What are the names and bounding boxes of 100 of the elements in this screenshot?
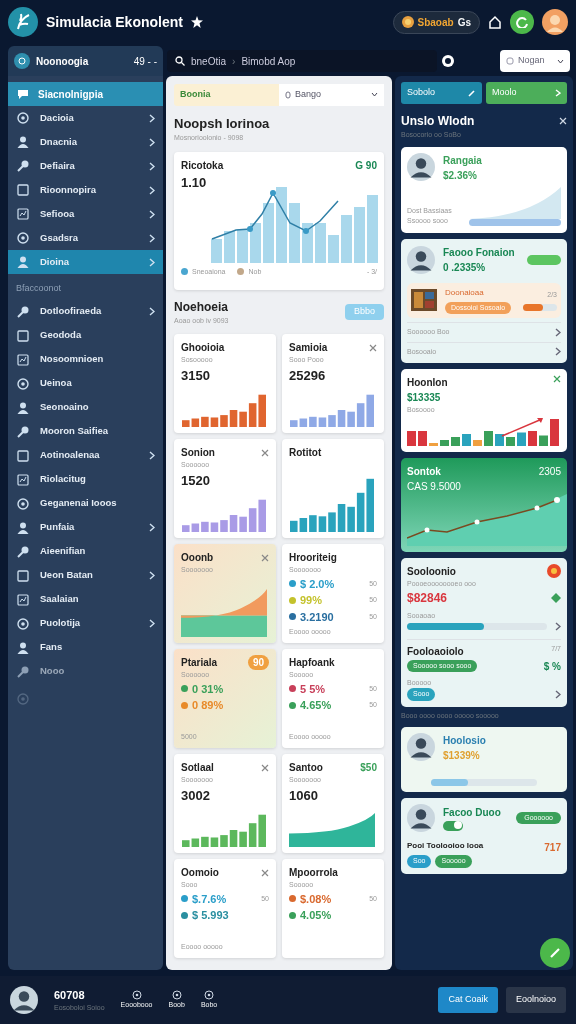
sidebar-item[interactable]: Saalaian [8, 587, 163, 612]
card-footer-title: Pooi Toolooioo Iooa [407, 840, 484, 852]
sidebar-item[interactable]: Dnacnia [8, 130, 163, 154]
pin-icon [16, 664, 30, 679]
action-button[interactable] [527, 254, 561, 265]
person-icon [16, 640, 30, 655]
sidebar-item[interactable]: Riolacitug [8, 467, 163, 492]
chart-point [303, 227, 310, 234]
stat-value: $.7.6% [192, 891, 227, 907]
chart-bar [429, 442, 438, 446]
edit-button[interactable]: Sobolo [401, 82, 482, 104]
card-subtitle: CAS 9.5000 [407, 479, 462, 494]
card-title: Oomoio [181, 866, 219, 880]
app-title: Simulacia Ekonolent [46, 12, 183, 32]
sidebar-item[interactable]: Punfaia [8, 515, 163, 540]
square-icon [506, 57, 514, 65]
card-value: $13335 [407, 391, 442, 405]
stat-value: 0 89% [192, 698, 224, 713]
breadcrumb-link[interactable]: bneOtia [191, 53, 227, 69]
dropdown[interactable]: Bango [279, 84, 384, 106]
badge-label: 2305 [538, 464, 561, 479]
section-title: Bfaccoonot [15, 282, 63, 295]
stat-value: 4.65% [300, 698, 332, 713]
card-badge: 90 [247, 655, 269, 670]
person-name: Rangaia [443, 153, 482, 168]
sidebar-item[interactable]: Puolotija [8, 611, 163, 636]
chart-bar [539, 435, 548, 446]
square-icon [16, 568, 30, 583]
stat-value: 5 5% [300, 681, 326, 697]
card-title: Fooloaoiolo [407, 644, 464, 659]
target-icon [16, 616, 30, 631]
sidebar-item[interactable]: Fans [8, 635, 163, 660]
chart-bar [451, 436, 460, 446]
card-value: $82846 [407, 590, 448, 607]
star-icon[interactable] [190, 16, 203, 28]
filter-tab[interactable]: Boonia [174, 84, 279, 106]
sidebar-header[interactable]: Siacnolnigpia [8, 82, 163, 106]
sidebar-item[interactable]: Geganenai Iooos [8, 491, 163, 516]
workspace-tab[interactable]: Noonoogia 49 - - [8, 46, 163, 76]
sidebar-item[interactable]: Ueon Batan [8, 563, 163, 588]
search-icon [175, 56, 185, 66]
target-icon [16, 111, 30, 125]
home-icon[interactable] [488, 15, 502, 29]
sidebar-item[interactable]: Aieenifian [8, 539, 163, 564]
sidebar-item[interactable]: Gsadsra [8, 226, 163, 250]
card-value: 1060 [289, 786, 319, 805]
badge-label: $50 [360, 761, 377, 775]
sidebar-item[interactable]: Aotinoalenaa [8, 443, 163, 468]
ring-icon[interactable] [441, 54, 455, 68]
sidebar-item[interactable]: Mooron Saifiea [8, 419, 163, 444]
card-value: 25296 [289, 366, 327, 385]
card-title: Mpoorrola [289, 866, 338, 880]
toggle-switch[interactable] [443, 821, 463, 831]
secondary-button[interactable]: Eoolnoioo [505, 987, 566, 1013]
person-icon [16, 520, 30, 535]
card-value: 3002 [181, 786, 211, 805]
card-title: Hapfoank [289, 656, 335, 670]
chart-bar [354, 206, 366, 263]
breadcrumb-link[interactable]: Bimobd Aop [241, 53, 296, 69]
chart-bar [506, 436, 515, 446]
person-name: Faooo Fonaion [443, 245, 515, 260]
avatar-icon [407, 245, 435, 274]
sidebar-item[interactable]: Nosoomnioen [8, 347, 163, 372]
chevron-icon [555, 689, 561, 699]
avatar-icon[interactable] [542, 9, 568, 35]
dropdown[interactable]: Nogan [500, 50, 570, 72]
card-title: Samioia [289, 341, 328, 355]
sidebar-item[interactable]: Seonoaino [8, 395, 163, 420]
sidebar-item[interactable]: Geododa [8, 323, 163, 348]
chevron-icon [555, 621, 561, 631]
chart-bar [462, 433, 471, 446]
sidebar-item[interactable]: Dioina [8, 250, 163, 274]
card-title: Ghooioia [181, 341, 225, 355]
chart-point [247, 225, 254, 232]
person-icon [16, 255, 30, 269]
sidebar-item[interactable]: Sefiooa [8, 202, 163, 226]
pin-icon [16, 159, 30, 173]
card-title: Santoo [289, 761, 323, 775]
coin-balance[interactable]: Sbaoab Gs [392, 10, 480, 34]
card-title: Ricotoka [181, 158, 224, 173]
stat-value: 99% [300, 593, 323, 608]
refresh-button[interactable] [510, 10, 534, 34]
primary-button[interactable]: Cat Coaik [438, 987, 498, 1013]
person-name: Facoo Duoo [443, 806, 501, 820]
sidebar-item[interactable]: Dotloofiraeda [8, 299, 163, 324]
square-icon [16, 448, 30, 463]
sidebar-item[interactable]: Ueinoa [8, 371, 163, 396]
card-title: Sontok [407, 464, 441, 479]
stat-value: $.08% [300, 891, 332, 907]
stat-value: 3.2190 [300, 609, 334, 625]
sidebar-item[interactable]: Defiaira [8, 154, 163, 178]
sidebar-item[interactable]: Rioonnopira [8, 178, 163, 202]
card-value: 1.10 [181, 173, 207, 192]
circle-icon [171, 989, 182, 1000]
refresh-icon [516, 16, 528, 28]
card-amount: $ % [543, 659, 561, 674]
pin-icon [16, 424, 30, 439]
sidebar-item[interactable]: Dacioia [8, 106, 163, 130]
person-icon [16, 135, 30, 149]
card-title: Hrooriteig [289, 551, 337, 565]
